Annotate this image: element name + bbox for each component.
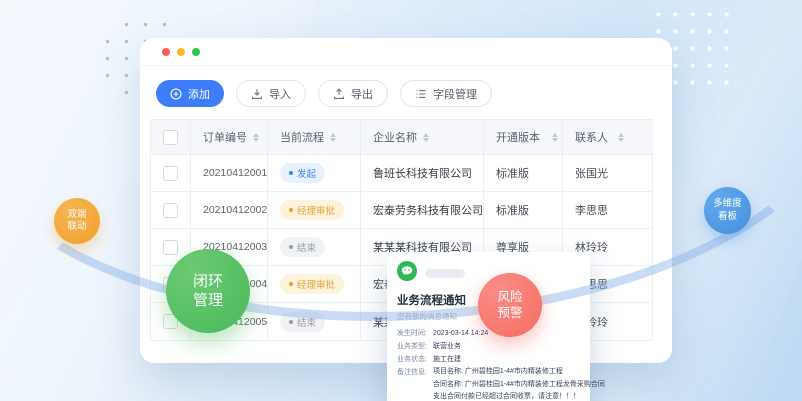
remark-line: 合同名称: 广州碧桂园1-4#市内精装修工程龙骨采购合同	[433, 379, 605, 392]
remark-line: 项目名称: 广州碧桂园1-4#市内精装修工程	[433, 366, 605, 379]
window-titlebar	[140, 38, 672, 66]
column-header-company: 企业名称	[373, 129, 417, 145]
sort-icon[interactable]	[253, 133, 259, 142]
status-label: 业务状态:	[397, 353, 433, 366]
upload-icon	[333, 88, 345, 100]
status-dot-icon	[289, 208, 293, 212]
field-management-button-label: 字段管理	[433, 86, 477, 102]
status-dot-icon	[289, 282, 293, 286]
sort-icon[interactable]	[330, 133, 336, 142]
plus-circle-icon	[170, 88, 182, 100]
field-management-button[interactable]: 字段管理	[400, 80, 492, 107]
type-value: 联营业务	[433, 340, 461, 353]
sort-icon[interactable]	[552, 133, 558, 142]
export-button-label: 导出	[351, 86, 373, 102]
order-no-cell: 20210412002	[191, 192, 268, 229]
sort-icon[interactable]	[423, 133, 429, 142]
add-button-label: 添加	[188, 86, 210, 102]
flow-status-badge: 结束	[280, 237, 325, 257]
order-no-cell: 20210412001	[191, 155, 268, 192]
table-row[interactable]: 20210412001 发起 鲁班长科技有限公司 标准版 张国光	[151, 155, 652, 192]
import-button[interactable]: 导入	[236, 80, 306, 107]
remark-value: 项目名称: 广州碧桂园1-4#市内精装修工程 合同名称: 广州碧桂园1-4#市内…	[433, 366, 605, 401]
multi-dimension-board-bubble: 多维度 看板	[704, 187, 751, 234]
traffic-light-green-icon[interactable]	[192, 48, 200, 56]
flow-status-badge: 结束	[280, 312, 325, 332]
company-cell: 鲁班长科技有限公司	[361, 155, 484, 192]
toolbar: 添加 导入 导出 字段管理	[140, 66, 672, 107]
status-value: 施工在建	[433, 353, 461, 366]
flow-status-badge: 经理审批	[280, 200, 344, 220]
dual-link-bubble: 双端 联动	[54, 198, 100, 244]
type-label: 业务类型:	[397, 340, 433, 353]
flow-status-badge: 发起	[280, 163, 325, 183]
table-row[interactable]: 20210412002 经理审批 宏泰劳务科技有限公司 标准版 李思思	[151, 192, 652, 229]
traffic-light-yellow-icon[interactable]	[177, 48, 185, 56]
column-header-order-no: 订单编号	[203, 129, 247, 145]
row-checkbox[interactable]	[163, 203, 178, 218]
traffic-light-red-icon[interactable]	[162, 48, 170, 56]
contact-cell: 李思思	[563, 192, 653, 229]
column-header-version: 开通版本	[496, 129, 540, 145]
table-header-row: 订单编号 当前流程 企业名称 开通版本 联系人	[151, 120, 652, 155]
marketing-screenshot-stage: 添加 导入 导出 字段管理 订单编号 当前流程 企业名称 开通版本	[0, 0, 802, 401]
closed-loop-management-bubble: 闭环 管理	[166, 249, 250, 333]
column-header-flow: 当前流程	[280, 129, 324, 145]
company-cell: 宏泰劳务科技有限公司	[361, 192, 484, 229]
download-icon	[251, 88, 263, 100]
sort-icon[interactable]	[618, 133, 624, 142]
time-value: 2023-03-14 14:24	[433, 327, 488, 340]
import-button-label: 导入	[269, 86, 291, 102]
status-dot-icon	[289, 245, 293, 249]
remark-label: 备注信息:	[397, 366, 433, 401]
status-dot-icon	[289, 320, 293, 324]
list-icon	[415, 88, 427, 100]
add-button[interactable]: 添加	[156, 80, 224, 107]
column-header-contact: 联系人	[575, 129, 608, 145]
contact-cell: 张国光	[563, 155, 653, 192]
wechat-message-icon	[397, 261, 417, 286]
risk-alert-bubble: 风险 预警	[478, 273, 542, 337]
flow-status-badge: 经理审批	[280, 274, 344, 294]
row-checkbox[interactable]	[163, 240, 178, 255]
export-button[interactable]: 导出	[318, 80, 388, 107]
version-cell: 标准版	[484, 155, 563, 192]
time-label: 发生时间:	[397, 327, 433, 340]
row-checkbox[interactable]	[163, 166, 178, 181]
notification-fields: 发生时间: 2023-03-14 14:24 业务类型: 联营业务 业务状态: …	[397, 327, 580, 401]
version-cell: 标准版	[484, 192, 563, 229]
skeleton-placeholder	[425, 269, 465, 278]
remark-line: 支出合同付款已经超过合同收票，请注意！！！	[433, 391, 605, 401]
status-dot-icon	[289, 171, 293, 175]
select-all-checkbox[interactable]	[163, 130, 178, 145]
